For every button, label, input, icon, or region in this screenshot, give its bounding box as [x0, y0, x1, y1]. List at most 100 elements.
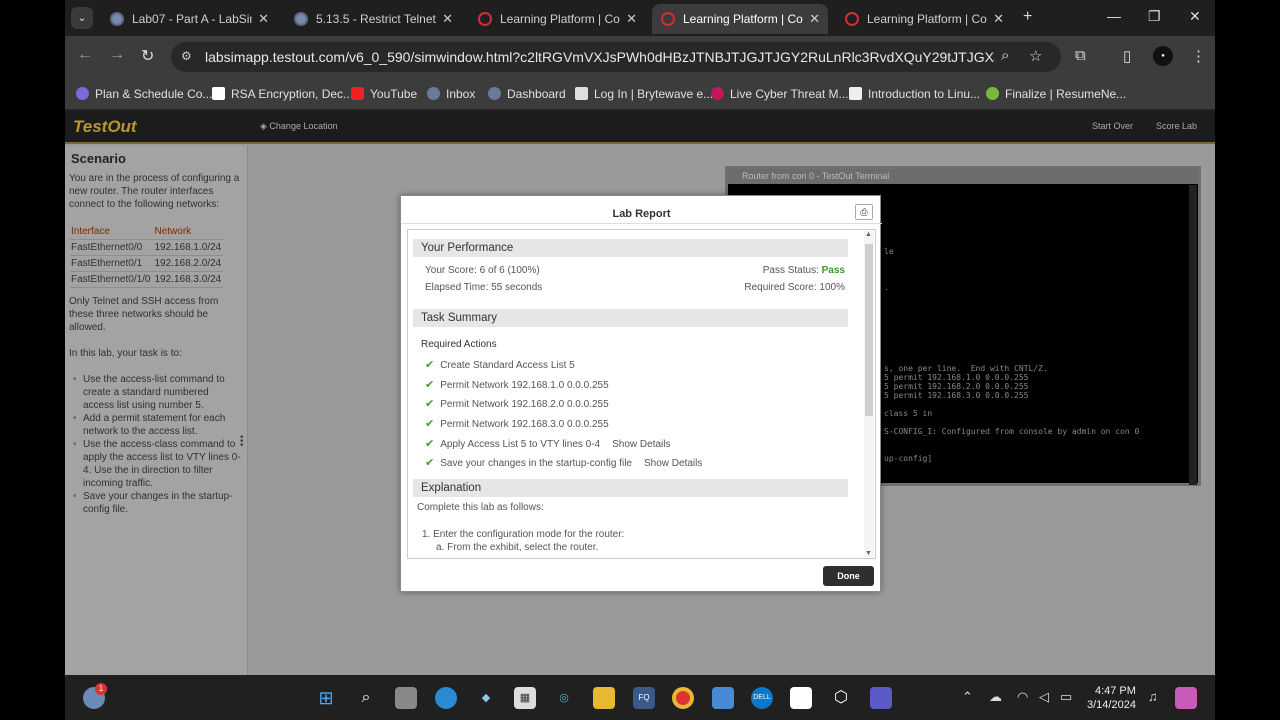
back-button[interactable]: ←: [77, 46, 93, 64]
chevron-up-icon[interactable]: ⌃: [962, 689, 973, 705]
onedrive-icon[interactable]: ☁: [989, 689, 1002, 705]
learning-platform-icon: [845, 12, 859, 26]
layers-icon: ◈: [260, 121, 270, 131]
menu-icon[interactable]: ⋮: [1191, 47, 1206, 65]
browser-tab[interactable]: 5.13.5 - Restrict Telnet an ✕: [285, 4, 461, 34]
close-icon[interactable]: ✕: [258, 4, 269, 34]
tab-search-button[interactable]: ⌄: [71, 7, 93, 29]
bookmark-item[interactable]: Plan & Schedule Co...: [76, 83, 212, 105]
bookmarks-bar: Plan & Schedule Co... RSA Encryption, De…: [65, 78, 1215, 110]
forward-button[interactable]: →: [109, 46, 125, 64]
check-icon: ✔: [425, 457, 435, 469]
done-button[interactable]: Done: [823, 566, 874, 586]
elapsed-time: Elapsed Time: 55 seconds: [425, 282, 543, 293]
avatar[interactable]: ●: [1153, 46, 1173, 66]
terminal-output: le . s, one per line. End with CNTL/Z. 5…: [884, 247, 1140, 463]
bookmark-item[interactable]: YouTube: [351, 83, 417, 105]
close-icon[interactable]: ✕: [809, 4, 820, 34]
zoom-search-icon[interactable]: ⌕: [1001, 47, 1009, 64]
scroll-down-icon[interactable]: ▼: [865, 550, 872, 557]
minimize-button[interactable]: —: [1107, 8, 1121, 24]
browser-tab[interactable]: Learning Platform | Comp ✕: [836, 4, 1012, 34]
testout-logo: TestOut: [73, 117, 137, 136]
copilot-icon[interactable]: [1175, 687, 1197, 709]
app-icon[interactable]: ◎: [553, 687, 575, 709]
bell-icon[interactable]: ♫: [1148, 689, 1158, 704]
lab-report-dialog: Lab Report ⎙ Your Performance Your Score…: [400, 195, 882, 592]
change-location-button[interactable]: ◈ Change Location: [260, 121, 337, 132]
pass-status: Pass Status: Pass: [762, 265, 845, 276]
edge-icon[interactable]: [435, 687, 457, 709]
app-icon[interactable]: ▦: [514, 687, 536, 709]
windows-start-icon[interactable]: ⊞: [315, 687, 337, 709]
bookmark-icon: [711, 87, 724, 100]
browser-tab[interactable]: Lab07 - Part A - LabSim S ✕: [101, 4, 277, 34]
check-icon: ✔: [425, 418, 435, 430]
new-tab-button[interactable]: +: [1023, 8, 1032, 26]
report-scrollbar[interactable]: ▲ ▼: [864, 231, 874, 557]
volume-icon[interactable]: ◁: [1039, 689, 1049, 705]
scroll-up-icon[interactable]: ▲: [865, 231, 872, 238]
side-panel-icon[interactable]: ▯: [1123, 47, 1131, 65]
close-icon[interactable]: ✕: [442, 4, 453, 34]
task-list: Use the access-list command to create a …: [69, 373, 241, 516]
list-item: Save your changes in the startup-config …: [69, 490, 241, 516]
bookmark-item[interactable]: Introduction to Linu...: [849, 83, 980, 105]
bookmark-icon: [76, 87, 89, 100]
restore-button[interactable]: ❐: [1148, 8, 1161, 25]
taskbar: 1 ⊞ ⌕ ◆ ▦ ◎ FQ DELL ⬡ ⌃ ☁ ◠ ◁ ▭ 4:47 PM 3…: [65, 675, 1215, 720]
bookmark-item[interactable]: Live Cyber Threat M...: [711, 83, 849, 105]
bookmark-item[interactable]: Inbox: [427, 83, 475, 105]
taskbar-clock[interactable]: 4:47 PM 3/14/2024: [1087, 684, 1136, 712]
wifi-icon[interactable]: ◠: [1017, 689, 1028, 705]
start-over-button[interactable]: Start Over: [1092, 121, 1133, 131]
browser-tab[interactable]: Learning Platform | Comp ✕: [469, 4, 645, 34]
close-window-button[interactable]: ✕: [1189, 8, 1201, 25]
panel-resize-grip[interactable]: • • •: [240, 433, 244, 451]
app-icon[interactable]: ◆: [475, 687, 497, 709]
site-info-icon[interactable]: ⚙: [181, 49, 192, 63]
globe-icon: [294, 12, 308, 26]
app-icon[interactable]: FQ: [633, 687, 655, 709]
score-lab-button[interactable]: Score Lab: [1156, 121, 1197, 131]
explanation-step: 1. Enter the configuration mode for the …: [422, 529, 625, 540]
tab-title: Learning Platform | Comp: [683, 12, 803, 26]
bookmark-item[interactable]: RSA Encryption, Dec...: [212, 83, 353, 105]
bookmark-star-icon[interactable]: ☆: [1029, 47, 1042, 65]
file-explorer-icon[interactable]: [593, 687, 615, 709]
check-icon: ✔: [425, 398, 435, 410]
list-item: Use the access-list command to create a …: [69, 373, 241, 412]
battery-icon[interactable]: ▭: [1060, 689, 1072, 705]
tab-title: Learning Platform | Comp: [867, 12, 987, 26]
cube-icon[interactable]: ⬡: [830, 687, 852, 709]
store-icon[interactable]: [712, 687, 734, 709]
show-details-link[interactable]: Show Details: [644, 458, 702, 469]
bookmark-item[interactable]: Log In | Brytewave e...: [575, 83, 713, 105]
required-score: Required Score: 100%: [744, 282, 845, 293]
bookmark-item[interactable]: Dashboard: [488, 83, 566, 105]
show-details-link[interactable]: Show Details: [612, 439, 670, 450]
task-view-icon[interactable]: [395, 687, 417, 709]
action-item: ✔ Permit Network 192.168.2.0 0.0.0.255: [425, 398, 609, 410]
learning-platform-icon: [478, 12, 492, 26]
url-text[interactable]: labsimapp.testout.com/v6_0_590/simwindow…: [205, 49, 995, 65]
close-icon[interactable]: ✕: [626, 4, 637, 34]
bookmark-item[interactable]: Finalize | ResumeNe...: [986, 83, 1126, 105]
reload-button[interactable]: ↻: [141, 46, 154, 66]
document-icon[interactable]: [790, 687, 812, 709]
terminal-scrollbar[interactable]: [1189, 185, 1197, 485]
dell-icon[interactable]: DELL: [751, 687, 773, 709]
scroll-thumb[interactable]: [865, 244, 873, 416]
teams-icon[interactable]: [870, 687, 892, 709]
performance-heading: Your Performance: [413, 239, 848, 257]
task-summary-heading: Task Summary: [413, 309, 848, 327]
list-item: Use the access-class command to apply th…: [69, 438, 241, 490]
search-icon[interactable]: ⌕: [355, 687, 377, 709]
chrome-icon[interactable]: [672, 687, 694, 709]
extensions-icon[interactable]: ⧉: [1075, 47, 1086, 64]
browser-tab-active[interactable]: Learning Platform | Comp ✕: [652, 4, 828, 34]
tab-title: 5.13.5 - Restrict Telnet an: [316, 12, 436, 26]
close-icon[interactable]: ✕: [993, 4, 1004, 34]
address-bar[interactable]: ⚙ labsimapp.testout.com/v6_0_590/simwind…: [171, 42, 1061, 72]
print-icon[interactable]: ⎙: [855, 204, 873, 220]
